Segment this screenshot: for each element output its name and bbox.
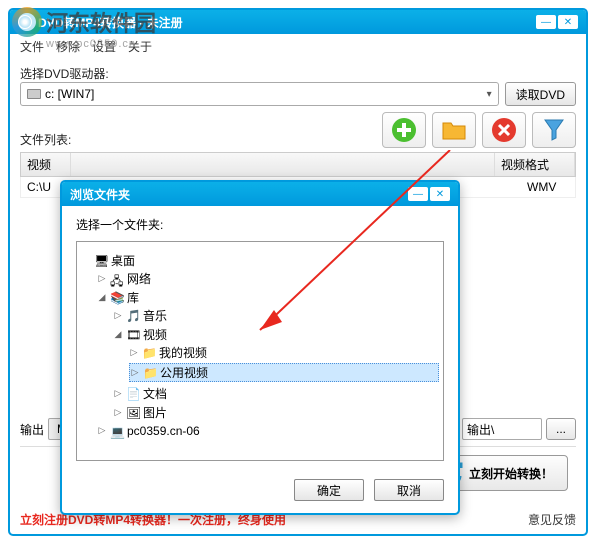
titlebar: DVD转MP4转换器 - 未注册 — ✕ bbox=[10, 10, 586, 34]
menubar: 文件 移除 设置 关于 bbox=[10, 34, 586, 59]
close-button[interactable]: ✕ bbox=[558, 15, 578, 29]
filter-button[interactable] bbox=[532, 112, 576, 148]
folder-icon: 📁 bbox=[142, 346, 156, 358]
dialog-ok-button[interactable]: 确定 bbox=[294, 479, 364, 501]
dialog-minimize-button[interactable]: — bbox=[408, 187, 428, 201]
output-label: 输出 bbox=[20, 421, 44, 438]
dialog-titlebar: 浏览文件夹 — ✕ bbox=[62, 182, 458, 206]
list-header: 视频 视频格式 bbox=[20, 152, 576, 177]
library-icon: 📚 bbox=[110, 291, 124, 303]
feedback-link[interactable]: 意见反馈 bbox=[528, 511, 576, 528]
col-format[interactable]: 视频格式 bbox=[495, 153, 575, 176]
menu-about[interactable]: 关于 bbox=[128, 38, 152, 55]
filelist-label: 文件列表: bbox=[20, 131, 71, 148]
output-path-input[interactable] bbox=[462, 418, 542, 440]
drive-label: 选择DVD驱动器: bbox=[20, 65, 576, 82]
delete-button[interactable] bbox=[482, 112, 526, 148]
drive-select[interactable]: c: [WIN7] ▾ bbox=[20, 82, 499, 106]
documents-icon: 📄 bbox=[126, 387, 140, 399]
network-icon: 🖧 bbox=[110, 272, 124, 284]
music-icon: 🎵 bbox=[126, 309, 140, 321]
menu-file[interactable]: 文件 bbox=[20, 38, 44, 55]
folder-tree[interactable]: 🖥桌面 ▷🖧网络 ◢📚库 ▷🎵音乐 ◢🎞视频 ▷📁我的视频 ▷📁公用视频 bbox=[76, 241, 444, 461]
dialog-prompt: 选择一个文件夹: bbox=[76, 216, 444, 233]
desktop-icon: 🖥 bbox=[94, 254, 108, 266]
folder-button[interactable] bbox=[432, 112, 476, 148]
pictures-icon: 🖼 bbox=[126, 406, 140, 418]
browse-output-button[interactable]: ... bbox=[546, 418, 576, 440]
menu-settings[interactable]: 设置 bbox=[92, 38, 116, 55]
drive-value: c: [WIN7] bbox=[45, 87, 94, 101]
row-format: WMV bbox=[527, 180, 569, 194]
browse-folder-dialog: 浏览文件夹 — ✕ 选择一个文件夹: 🖥桌面 ▷🖧网络 ◢📚库 ▷🎵音乐 ◢🎞视… bbox=[60, 180, 460, 515]
video-icon: 🎞 bbox=[126, 328, 140, 340]
dialog-close-button[interactable]: ✕ bbox=[430, 187, 450, 201]
drive-icon bbox=[27, 89, 41, 99]
folder-icon: 📁 bbox=[143, 366, 157, 378]
chevron-down-icon: ▾ bbox=[487, 89, 492, 100]
add-button[interactable] bbox=[382, 112, 426, 148]
computer-icon: 💻 bbox=[110, 425, 124, 437]
menu-remove[interactable]: 移除 bbox=[56, 38, 80, 55]
window-title: DVD转MP4转换器 - 未注册 bbox=[38, 14, 530, 31]
col-video[interactable]: 视频 bbox=[21, 153, 71, 176]
dialog-title: 浏览文件夹 bbox=[70, 186, 402, 203]
selected-folder: ▷📁公用视频 bbox=[129, 363, 439, 382]
app-logo-icon bbox=[18, 15, 32, 29]
read-dvd-button[interactable]: 读取DVD bbox=[505, 82, 576, 106]
dialog-cancel-button[interactable]: 取消 bbox=[374, 479, 444, 501]
minimize-button[interactable]: — bbox=[536, 15, 556, 29]
